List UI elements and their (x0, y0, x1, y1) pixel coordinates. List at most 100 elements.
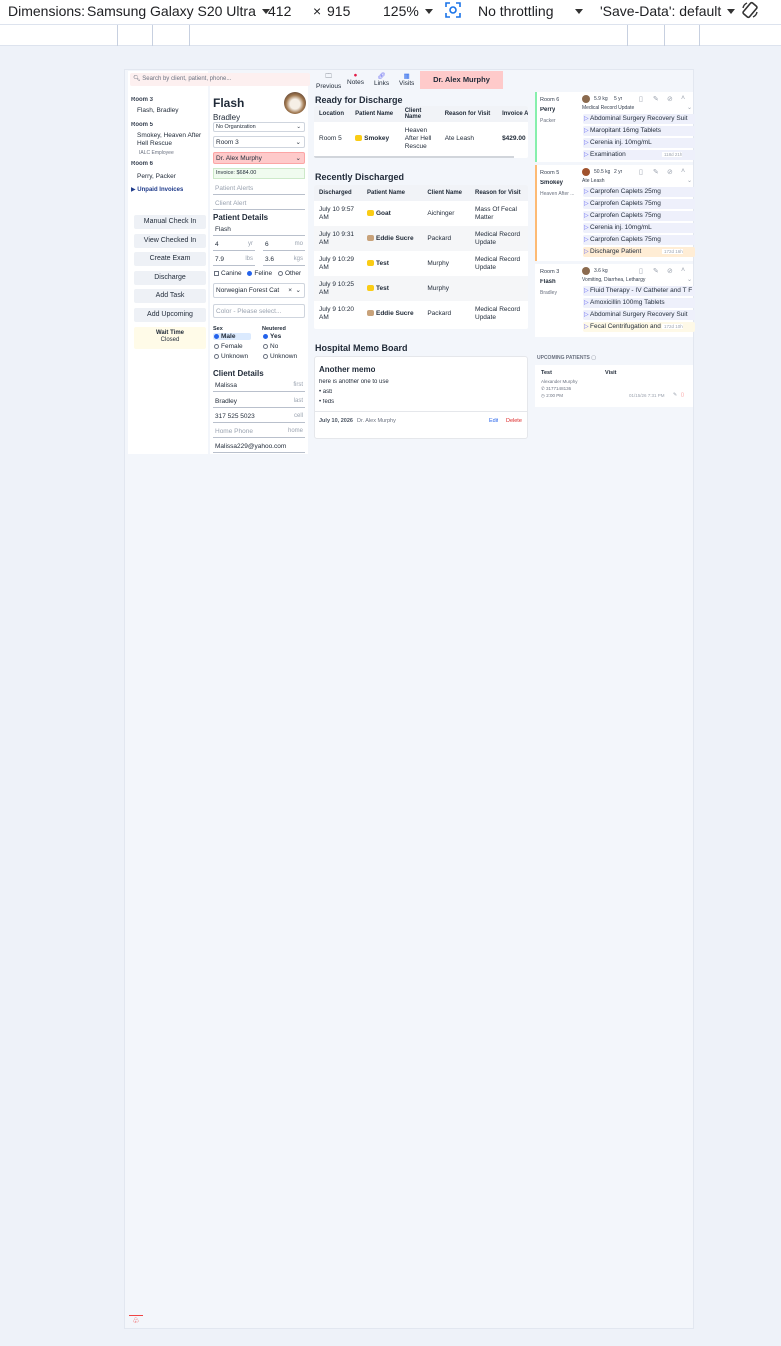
neutered-option-unknown[interactable]: Unknown (263, 353, 297, 360)
create-exam-button[interactable]: Create Exam (134, 252, 206, 266)
recently-discharged-title: Recently Discharged (315, 172, 405, 182)
sex-option-unknown[interactable]: Unknown (214, 353, 248, 360)
edit-icon[interactable]: ✎ (673, 392, 677, 398)
edit-icon[interactable]: ✎ (653, 95, 659, 103)
order-item[interactable]: ▷ Carprofen Caplets 75mg (583, 211, 695, 221)
card-client-name: Bradley (540, 290, 557, 296)
trash-icon[interactable]: ▯ (639, 267, 643, 275)
chevron-down-icon[interactable]: ⌄ (687, 276, 692, 283)
chevron-down-icon[interactable]: ⌄ (687, 104, 692, 111)
order-item[interactable]: ▷ Maropitant 16mg Tablets (583, 126, 695, 136)
sex-option-male[interactable]: Male (213, 333, 251, 340)
last-name-field[interactable]: Bradley last (213, 396, 305, 408)
invoice-link[interactable]: Invoice: $684.00 (213, 168, 305, 179)
room-select[interactable]: Room 3 ⌄ (213, 136, 305, 148)
elapsed-time: 172d 16h (662, 249, 683, 254)
edit-icon[interactable]: ✎ (653, 168, 659, 176)
table-row[interactable]: July 9 10:20 AM Eddie Sucre Packard Medi… (314, 301, 528, 326)
rotate-icon[interactable] (740, 0, 760, 23)
room-patient-link[interactable]: Smokey, Heaven After Hell Rescue (137, 132, 203, 148)
card-patient-name[interactable]: Smokey (540, 180, 563, 186)
patient-name-field[interactable]: Flash (213, 224, 305, 236)
neutered-option-yes[interactable]: Yes (263, 333, 281, 340)
height-input[interactable]: 915 (327, 3, 350, 19)
weight-kgs-field[interactable]: 3.6 kgs (263, 254, 305, 266)
age-years-field[interactable]: 4 yr (213, 239, 255, 251)
previous-nav[interactable]: 🗀 Previous (316, 72, 341, 90)
email-field[interactable]: Malissa229@yahoo.com (213, 441, 305, 453)
feedback-icon[interactable]: ♧ (129, 1315, 143, 1327)
doctor-tab[interactable]: Dr. Alex Murphy (420, 71, 503, 89)
trash-icon[interactable]: ▯ (639, 168, 643, 176)
card-patient-name[interactable]: Flash (540, 279, 556, 285)
trash-icon[interactable]: ▯ (681, 392, 684, 398)
organization-select[interactable]: No Organization ⌄ (213, 122, 305, 132)
order-item[interactable]: ▷ Abdominal Surgery Recovery Suit (583, 114, 695, 124)
notes-nav[interactable]: ● Notes (347, 72, 364, 86)
add-task-button[interactable]: Add Task (134, 289, 206, 303)
doctor-select[interactable]: Dr. Alex Murphy ⌄ (213, 152, 305, 164)
order-item[interactable]: ▷ Cerenia inj. 10mg/mL (583, 223, 695, 233)
link-icon[interactable]: ⊘ (667, 95, 673, 103)
links-nav[interactable]: 🔗︎ Links (374, 72, 389, 87)
home-phone-field[interactable]: Home Phone home (213, 426, 305, 438)
search-input[interactable]: Search by client, patient, phone... (142, 76, 231, 82)
width-input[interactable]: 412 (268, 3, 291, 19)
dimensions-label: Dimensions: (8, 3, 86, 19)
trash-icon[interactable]: ▯ (639, 95, 643, 103)
collapse-icon[interactable]: ˄ (681, 95, 685, 102)
order-item[interactable]: ▷ Abdominal Surgery Recovery Suit (583, 310, 695, 320)
order-item[interactable]: ▷ Carprofen Caplets 75mg (583, 235, 695, 245)
collapse-icon[interactable]: ˄ (681, 168, 685, 175)
visits-nav[interactable]: ▦ Visits (399, 72, 414, 87)
discharge-button[interactable]: Discharge (134, 271, 206, 285)
breed-select[interactable]: Norwegian Forest Cat × ⌄ (213, 283, 305, 298)
color-select[interactable]: Color - Please select... (213, 304, 305, 318)
patient-alerts-input[interactable]: Patient Alerts (213, 183, 305, 195)
delete-memo-link[interactable]: Delete (506, 418, 522, 424)
sex-option-female[interactable]: Female (214, 343, 243, 350)
save-data-select[interactable]: 'Save-Data': default (600, 3, 736, 19)
device-select[interactable]: Samsung Galaxy S20 Ultra (87, 3, 270, 19)
table-row[interactable]: July 9 10:29 AM Test Murphy Medical Reco… (314, 251, 528, 276)
neutered-option-no[interactable]: No (263, 343, 278, 350)
search-bar[interactable]: 🔍︎ Search by client, patient, phone... (130, 73, 310, 86)
order-item[interactable]: ▷ Amoxicillin 100mg Tablets (583, 298, 695, 308)
room-card[interactable]: Room 6 Perry Packer 5.9 kg 5 yr Medical Recor… (535, 92, 695, 162)
age-months-field[interactable]: 6 mo (263, 239, 305, 251)
table-row[interactable]: July 10 9:31 AM Eddie Sucre Packard Medi… (314, 226, 528, 251)
card-patient-name[interactable]: Perry (540, 107, 555, 113)
order-item[interactable]: ▷ Carprofen Caplets 25mg (583, 187, 695, 197)
unpaid-invoices-toggle[interactable]: ▶ Unpaid Invoices (131, 186, 183, 193)
room-card[interactable]: Room 3 Flash Bradley 3.6 kg Vomiting, Diarrh… (535, 264, 695, 337)
link-icon[interactable]: ⊘ (667, 267, 673, 275)
table-row[interactable]: July 9 10:25 AM Test Murphy (314, 276, 528, 301)
link-icon[interactable]: ⊘ (667, 168, 673, 176)
weight-lbs-field[interactable]: 7.9 lbs (213, 254, 255, 266)
chevron-down-icon[interactable]: ⌄ (687, 177, 692, 184)
first-name-field[interactable]: Malissa first (213, 380, 305, 392)
add-upcoming-button[interactable]: Add Upcoming (134, 308, 206, 322)
order-item[interactable]: ▷ Fluid Therapy - IV Catheter and T F (583, 286, 695, 296)
scrollbar[interactable] (314, 156, 514, 158)
room-card[interactable]: Room 5 Smokey Heaven After ... 50.5 kg 2 yr A… (535, 165, 695, 261)
order-item[interactable]: ▷ Carprofen Caplets 75mg (583, 199, 695, 209)
table-row[interactable]: Room 5 Smokey Heaven After Hell Rescue A… (314, 122, 528, 155)
order-item[interactable]: ▷ Cerenia inj. 10mg/mL (583, 138, 695, 148)
edit-icon[interactable]: ✎ (653, 267, 659, 275)
upcoming-card[interactable]: Test Visit Alexander Murphy ✆ 3177148136… (535, 365, 693, 407)
manual-check-in-button[interactable]: Manual Check In (134, 215, 206, 229)
species-radio-group[interactable]: Canine Feline Other (214, 270, 301, 277)
table-row[interactable]: July 10 9:57 AM Goat Aichinger Mass Of F… (314, 201, 528, 226)
client-alert-input[interactable]: Client Alert (213, 198, 305, 210)
collapse-icon[interactable]: ˄ (681, 267, 685, 274)
room-patient-link[interactable]: Perry, Packer (137, 173, 176, 180)
screenshot-icon[interactable] (444, 1, 462, 22)
room-patient-link[interactable]: Flash, Bradley (137, 107, 179, 114)
devtools-toolbar: Dimensions: Samsung Galaxy S20 Ultra 412… (0, 0, 781, 24)
cell-phone-field[interactable]: 317 525 5023 cell (213, 411, 305, 423)
zoom-select[interactable]: 125% (383, 3, 433, 19)
edit-memo-link[interactable]: Edit (489, 418, 498, 424)
throttling-select[interactable]: No throttling (478, 3, 584, 19)
view-checked-in-button[interactable]: View Checked In (134, 234, 206, 248)
